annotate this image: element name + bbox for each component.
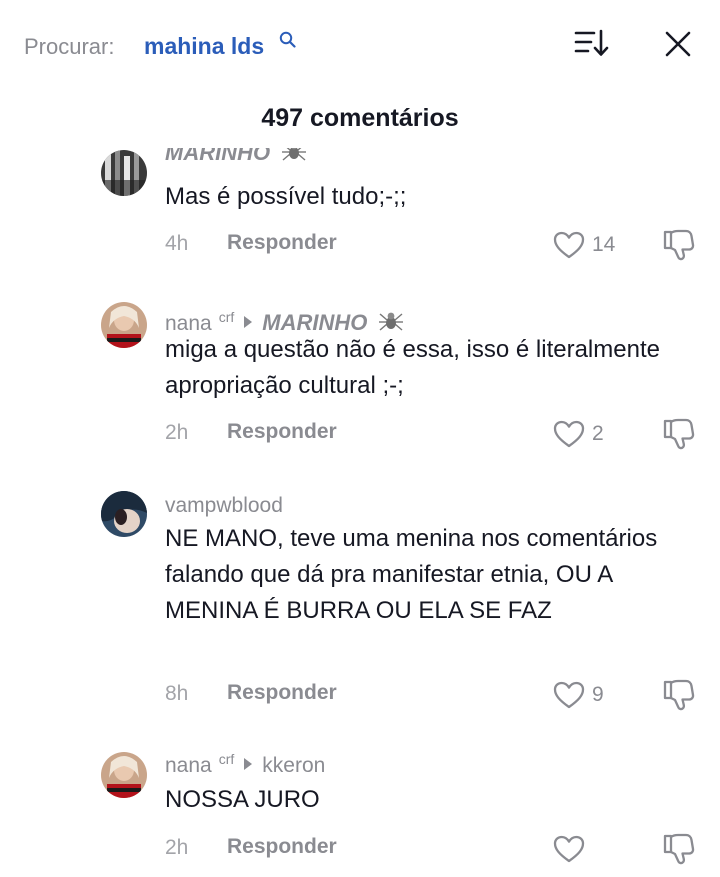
spider-emoji-icon bbox=[282, 148, 307, 161]
spider-emoji-icon bbox=[379, 312, 404, 331]
comment-author-line: nana crf kkeron bbox=[165, 751, 325, 778]
author-badge: crf bbox=[218, 309, 235, 325]
avatar[interactable] bbox=[101, 302, 147, 348]
reply-arrow-icon bbox=[244, 758, 253, 770]
comments-sheet: Procurar: mahina lds 497 comentários MAR… bbox=[0, 0, 720, 877]
close-icon[interactable] bbox=[664, 30, 692, 58]
comment-text: Mas é possível tudo;-;; bbox=[165, 183, 407, 210]
reply-button[interactable]: Responder bbox=[227, 231, 337, 255]
reply-arrow-icon bbox=[244, 316, 253, 328]
comment-author[interactable]: nana bbox=[165, 754, 212, 778]
thumbs-down-icon[interactable] bbox=[662, 228, 696, 262]
avatar[interactable] bbox=[101, 752, 147, 798]
heart-icon[interactable] bbox=[553, 420, 585, 448]
search-header: Procurar: mahina lds bbox=[0, 0, 720, 90]
comment-time: 2h bbox=[165, 836, 189, 859]
comment-time: 8h bbox=[165, 682, 189, 705]
reply-button[interactable]: Responder bbox=[227, 420, 337, 444]
search-icon[interactable] bbox=[279, 31, 296, 48]
comments-count: 497 comentários bbox=[261, 104, 459, 132]
comment-author-line: MARINHO bbox=[165, 148, 308, 166]
like-count: 2 bbox=[592, 422, 604, 445]
reply-to-author[interactable]: kkeron bbox=[262, 754, 325, 778]
thumbs-down-icon[interactable] bbox=[662, 678, 696, 712]
search-query-link[interactable]: mahina lds bbox=[144, 33, 264, 60]
reply-button[interactable]: Responder bbox=[227, 835, 337, 859]
comments-list: MARINHO Mas é possível tudo;-;; 4h Respo… bbox=[0, 148, 720, 877]
reply-button[interactable]: Responder bbox=[227, 681, 337, 705]
comment-time: 2h bbox=[165, 421, 189, 444]
comment-author[interactable]: vampwblood bbox=[165, 494, 283, 518]
comment-text: miga a questão não é essa, isso é litera… bbox=[165, 336, 660, 399]
comment-author-line: vampwblood bbox=[165, 494, 283, 518]
thumbs-down-icon[interactable] bbox=[662, 417, 696, 451]
heart-icon[interactable] bbox=[553, 835, 585, 863]
avatar[interactable] bbox=[101, 491, 147, 537]
heart-icon[interactable] bbox=[553, 231, 585, 259]
search-prefix-label: Procurar: bbox=[24, 34, 115, 59]
sort-icon[interactable] bbox=[574, 28, 610, 58]
comment-author[interactable]: MARINHO bbox=[165, 148, 270, 166]
like-count: 14 bbox=[592, 233, 616, 256]
author-badge: crf bbox=[218, 751, 235, 767]
like-count: 9 bbox=[592, 683, 604, 706]
thumbs-down-icon[interactable] bbox=[662, 832, 696, 866]
comment-text: NE MANO, teve uma menina nos comentários… bbox=[165, 525, 658, 624]
heart-icon[interactable] bbox=[553, 681, 585, 709]
comment-text: NOSSA JURO bbox=[165, 786, 320, 813]
comment-time: 4h bbox=[165, 232, 189, 255]
avatar[interactable] bbox=[101, 150, 147, 196]
